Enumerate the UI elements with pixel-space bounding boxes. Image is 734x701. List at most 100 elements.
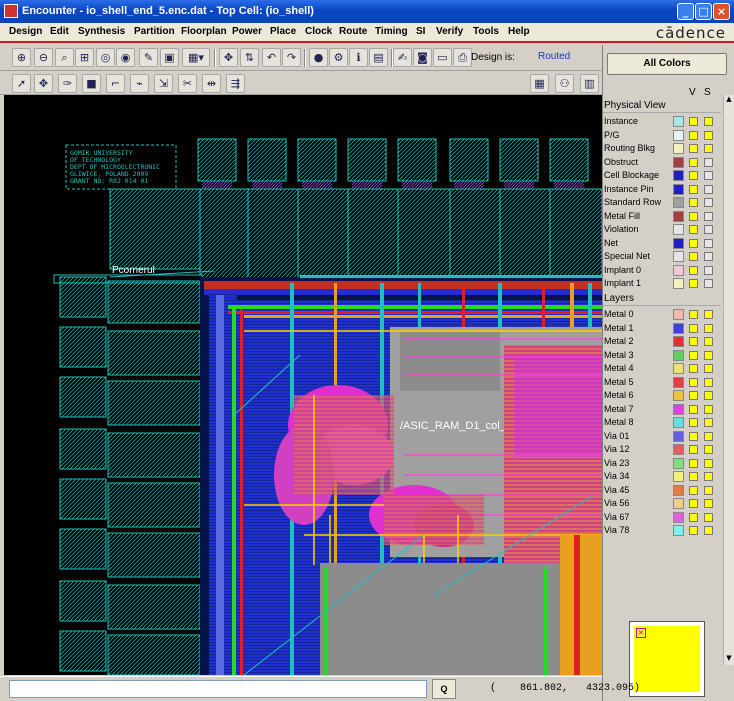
selectable-checkbox[interactable]	[704, 144, 713, 153]
color-swatch[interactable]	[673, 197, 684, 208]
color-swatch[interactable]	[673, 430, 684, 442]
notes-icon[interactable]: ✍	[393, 48, 412, 67]
command-input[interactable]	[9, 680, 427, 698]
visible-checkbox[interactable]	[689, 418, 698, 427]
layer-row-special-net[interactable]: Special Net	[603, 250, 721, 263]
layer-row-metal-6[interactable]: Metal 6	[603, 389, 721, 402]
color-swatch[interactable]	[673, 444, 684, 455]
visible-checkbox[interactable]	[689, 526, 698, 535]
layer-row-p-g[interactable]: P/G	[603, 129, 721, 142]
color-swatch[interactable]	[673, 390, 684, 401]
menu-synthesis[interactable]: Synthesis	[78, 26, 125, 37]
color-swatch[interactable]	[673, 417, 684, 428]
selectable-checkbox[interactable]	[704, 323, 713, 333]
visible-checkbox[interactable]	[689, 310, 698, 319]
menu-power[interactable]: Power	[232, 26, 262, 37]
color-swatch[interactable]	[673, 143, 684, 154]
selectable-checkbox[interactable]	[704, 485, 713, 495]
screen-icon[interactable]: ▭	[433, 48, 452, 67]
layer-row-metal-7[interactable]: Metal 7	[603, 403, 721, 416]
color-swatch[interactable]	[673, 251, 684, 262]
zoom-selected-icon[interactable]: ◉	[116, 48, 135, 67]
layer-row-implant-0[interactable]: Implant 0	[603, 264, 721, 277]
layer-row-via-01[interactable]: Via 01	[603, 430, 721, 443]
color-swatch[interactable]	[673, 498, 684, 509]
layer-row-via-67[interactable]: Via 67	[603, 511, 721, 524]
menu-tools[interactable]: Tools	[473, 26, 499, 37]
color-swatch[interactable]	[673, 511, 684, 523]
visible-checkbox[interactable]	[689, 431, 698, 441]
color-swatch[interactable]	[673, 322, 684, 334]
layer-row-metal-4[interactable]: Metal 4	[603, 362, 721, 375]
amoeba-view-icon[interactable]: ▥	[580, 74, 599, 93]
minimize-button[interactable]: _	[677, 3, 694, 20]
selectable-checkbox[interactable]	[704, 252, 713, 261]
color-swatch[interactable]	[673, 237, 684, 249]
layer-row-via-12[interactable]: Via 12	[603, 443, 721, 456]
layer-row-via-45[interactable]: Via 45	[603, 484, 721, 497]
layer-row-instance[interactable]: Instance	[603, 115, 721, 128]
layer-row-standard-row[interactable]: Standard Row	[603, 196, 721, 209]
selectable-checkbox[interactable]	[704, 265, 713, 275]
visible-checkbox[interactable]	[689, 211, 698, 221]
color-swatch[interactable]	[673, 116, 684, 127]
select-arrow-icon[interactable]: ➚	[12, 74, 31, 93]
zoom-fit-icon[interactable]: ⊞	[75, 48, 94, 67]
pan-icon[interactable]: ✥	[34, 74, 53, 93]
visible-checkbox[interactable]	[689, 171, 698, 180]
document-icon[interactable]: ▤	[369, 48, 388, 67]
visible-checkbox[interactable]	[689, 445, 698, 454]
visible-checkbox[interactable]	[689, 364, 698, 373]
menu-si[interactable]: SI	[416, 26, 425, 37]
move-icon[interactable]: ✥	[219, 48, 238, 67]
zoom-area-icon[interactable]: ⌕	[55, 48, 74, 67]
layer-row-via-56[interactable]: Via 56	[603, 497, 721, 510]
selectable-checkbox[interactable]	[704, 526, 713, 535]
maximize-button[interactable]: □	[695, 3, 712, 20]
green-block-icon[interactable]: ■	[82, 74, 101, 93]
info-icon[interactable]: ℹ	[349, 48, 368, 67]
layer-row-metal-8[interactable]: Metal 8	[603, 416, 721, 429]
snapshot-icon[interactable]: ⎙	[453, 48, 472, 67]
selectable-checkbox[interactable]	[704, 157, 713, 167]
layout-canvas[interactable]: GOMIK UNIVERSITY OF TECHNOLOGY DEPT OF M…	[4, 95, 602, 675]
green-globe-icon[interactable]: ●	[309, 48, 328, 67]
visible-checkbox[interactable]	[689, 252, 698, 261]
selectable-checkbox[interactable]	[704, 445, 713, 454]
menu-edit[interactable]: Edit	[50, 26, 69, 37]
selectable-checkbox[interactable]	[704, 238, 713, 248]
selectable-checkbox[interactable]	[704, 458, 713, 468]
color-swatch[interactable]	[673, 129, 684, 141]
selectable-checkbox[interactable]	[704, 431, 713, 441]
redraw-icon[interactable]: ✎	[139, 48, 158, 67]
color-swatch[interactable]	[673, 349, 684, 361]
color-swatch[interactable]	[673, 484, 684, 496]
selectable-checkbox[interactable]	[704, 211, 713, 221]
layer-row-metal-0[interactable]: Metal 0	[603, 308, 721, 321]
layer-row-metal-1[interactable]: Metal 1	[603, 322, 721, 335]
visible-checkbox[interactable]	[689, 238, 698, 248]
redo-icon[interactable]: ↷	[282, 48, 301, 67]
menu-route[interactable]: Route	[339, 26, 367, 37]
merge-icon[interactable]: ⇶	[226, 74, 245, 93]
selectable-checkbox[interactable]	[704, 117, 713, 126]
visible-checkbox[interactable]	[689, 198, 698, 207]
zoom-previous-icon[interactable]: ◎	[96, 48, 115, 67]
menu-clock[interactable]: Clock	[305, 26, 332, 37]
wire-edit-icon[interactable]: ⌐	[106, 74, 125, 93]
selectable-checkbox[interactable]	[704, 364, 713, 373]
color-swatch[interactable]	[673, 210, 684, 222]
color-swatch[interactable]	[673, 376, 684, 388]
color-swatch[interactable]	[673, 309, 684, 320]
query-button[interactable]: Q	[432, 679, 456, 699]
undo-icon[interactable]: ↶	[262, 48, 281, 67]
visible-checkbox[interactable]	[689, 350, 698, 360]
visible-checkbox[interactable]	[689, 458, 698, 468]
color-swatch[interactable]	[673, 170, 684, 181]
visible-checkbox[interactable]	[689, 512, 698, 522]
color-swatch[interactable]	[673, 363, 684, 374]
menu-verify[interactable]: Verify	[436, 26, 463, 37]
zoom-out-icon[interactable]: ⊖	[34, 48, 53, 67]
selectable-checkbox[interactable]	[704, 472, 713, 481]
visible-checkbox[interactable]	[689, 404, 698, 414]
